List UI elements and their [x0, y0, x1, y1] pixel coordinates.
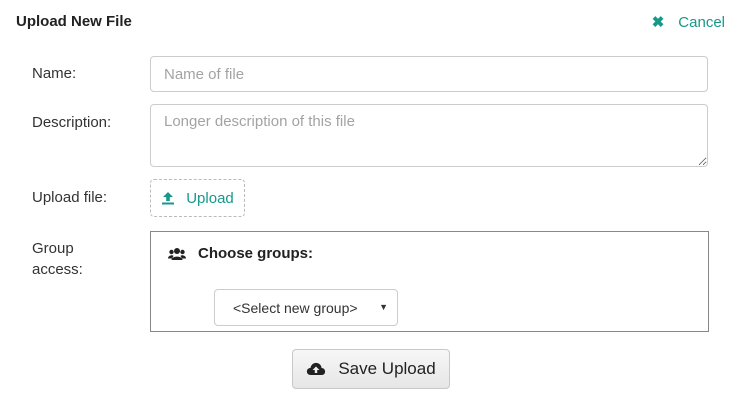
save-upload-label: Save Upload [338, 359, 436, 378]
cancel-button[interactable]: ✖ Cancel [651, 13, 725, 32]
upload-file-dialog: Upload New File ✖ Cancel Name: Descripti… [0, 0, 741, 396]
name-input[interactable] [150, 56, 708, 92]
page-title: Upload New File [16, 13, 132, 30]
close-icon: ✖ [651, 14, 665, 31]
choose-groups-header: Choose groups: [168, 245, 313, 262]
group-access-label: Group access: [32, 240, 83, 278]
upload-button-label: Upload [186, 189, 234, 207]
group-access-panel: Choose groups: <Select new group> ▼ [150, 231, 709, 332]
group-select-value: <Select new group> [233, 299, 358, 316]
description-textarea[interactable] [150, 104, 708, 167]
description-label: Description: [32, 114, 112, 131]
users-icon [168, 247, 186, 260]
name-label: Name: [32, 65, 77, 82]
cancel-label: Cancel [678, 13, 725, 31]
group-select[interactable]: <Select new group> ▼ [214, 289, 398, 326]
cloud-upload-icon [307, 362, 326, 375]
save-upload-button[interactable]: Save Upload [292, 349, 450, 389]
choose-groups-label: Choose groups: [198, 245, 313, 262]
upload-button[interactable]: Upload [150, 179, 245, 217]
upload-icon [162, 192, 175, 205]
upload-file-label: Upload file: [32, 189, 108, 206]
caret-down-icon: ▼ [379, 302, 388, 312]
